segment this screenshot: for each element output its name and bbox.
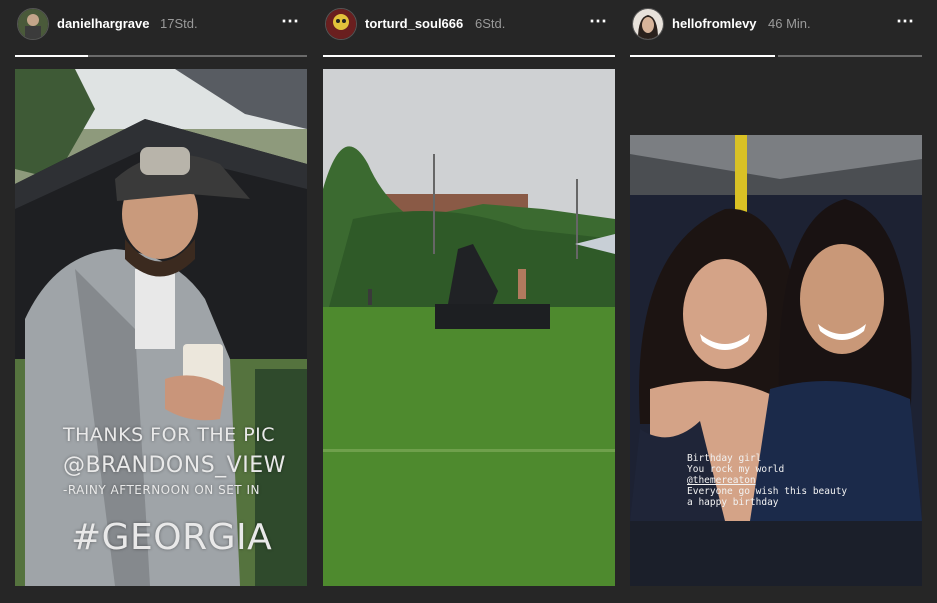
progress-fill — [323, 55, 615, 57]
caption-line: Everyone go wish this beauty — [687, 486, 848, 497]
progress-fill — [630, 55, 775, 57]
more-options-icon[interactable]: ⋯ — [281, 11, 301, 32]
progress-segment — [778, 55, 922, 57]
avatar[interactable] — [632, 8, 664, 40]
story-header: hellofromlevy 46 Min. ⋯ — [630, 8, 922, 40]
timestamp: 6Std. — [475, 16, 506, 31]
username[interactable]: hellofromlevy — [672, 16, 757, 31]
caption-mention[interactable]: @themereaton — [687, 475, 847, 486]
timestamp: 46 Min. — [768, 16, 811, 31]
avatar[interactable] — [325, 8, 357, 40]
caption-hashtag: #GEORGIA — [71, 517, 273, 558]
story-caption: Birthday girl You rock my world @themere… — [687, 453, 847, 508]
timestamp: 17Std. — [160, 16, 198, 31]
caption-line: THANKS FOR THE PIC — [63, 424, 276, 446]
progress-segment — [15, 55, 307, 57]
story-photo[interactable]: Birthday girl You rock my world @themere… — [630, 69, 922, 586]
story-photo[interactable] — [323, 69, 615, 586]
username[interactable]: danielhargrave — [57, 16, 150, 31]
story-card-hellofromlevy[interactable]: hellofromlevy 46 Min. ⋯ Birthday girl Yo… — [630, 0, 922, 603]
username[interactable]: torturd_soul666 — [365, 16, 463, 31]
progress-segment — [630, 55, 775, 57]
more-options-icon[interactable]: ⋯ — [589, 11, 609, 32]
caption-line: You rock my world — [687, 464, 785, 475]
story-progress — [323, 55, 615, 57]
progress-segment — [323, 55, 615, 57]
story-progress — [630, 55, 922, 57]
story-photo[interactable]: THANKS FOR THE PIC @BRANDONS_VIEW -RAINY… — [15, 69, 307, 586]
caption-line: -RAINY AFTERNOON ON SET IN — [63, 483, 260, 497]
caption-mention: @BRANDONS_VIEW — [63, 453, 286, 478]
story-header: danielhargrave 17Std. ⋯ — [15, 8, 307, 40]
avatar[interactable] — [17, 8, 49, 40]
story-header: torturd_soul666 6Std. ⋯ — [323, 8, 615, 40]
progress-fill — [15, 55, 88, 57]
more-options-icon[interactable]: ⋯ — [896, 11, 916, 32]
story-card-danielhargrave[interactable]: danielhargrave 17Std. ⋯ THANKS FOR THE P… — [15, 0, 307, 603]
story-progress — [15, 55, 307, 57]
story-card-torturd_soul666[interactable]: torturd_soul666 6Std. ⋯ — [323, 0, 615, 603]
caption-line: Birthday girl — [687, 453, 762, 464]
caption-line: a happy birthday — [687, 497, 779, 508]
